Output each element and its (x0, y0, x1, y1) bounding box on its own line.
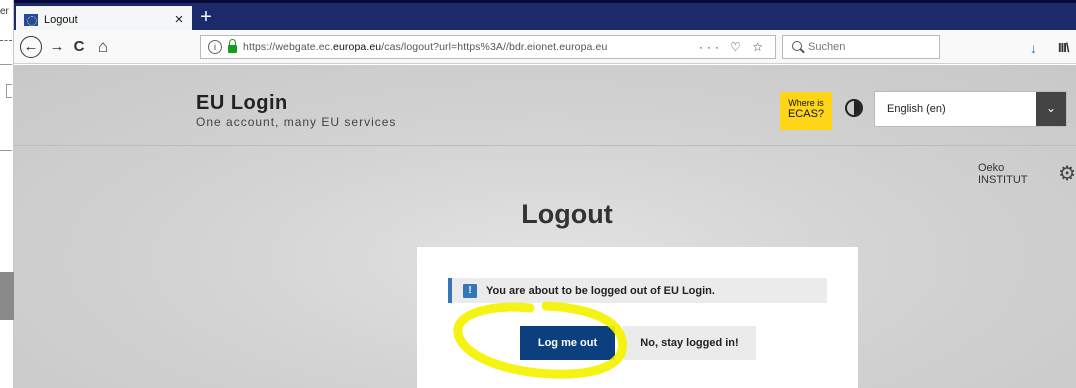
browser-window: Logout × + ← → C ⌂ i https://webgate.ec.… (14, 0, 1076, 388)
info-icon[interactable]: i (208, 40, 222, 54)
download-icon[interactable]: ↓ (1030, 40, 1037, 56)
eu-flag-icon (24, 13, 38, 26)
tab-logout[interactable]: Logout × (16, 6, 192, 33)
stay-logged-in-button[interactable]: No, stay logged in! (623, 326, 756, 360)
background-window-block (0, 272, 14, 320)
info-icon: ! (463, 283, 477, 298)
site-tagline: One account, many EU services (196, 115, 397, 129)
search-placeholder: Suchen (808, 41, 846, 53)
logout-card: ! You are about to be logged out of EU L… (417, 247, 858, 388)
home-button[interactable]: ⌂ (92, 35, 114, 59)
url-text[interactable]: https://webgate.ec.europa.eu/cas/logout?… (243, 41, 699, 53)
page-actions-icons[interactable]: ··· ♡ ☆ (699, 40, 767, 54)
reload-button[interactable]: C (68, 35, 90, 59)
library-icon[interactable]: III\ (1058, 40, 1069, 55)
back-button[interactable]: ← (20, 36, 42, 58)
chevron-down-icon[interactable]: ⌄ (1036, 92, 1066, 126)
background-window-text: er (0, 6, 9, 17)
page-title: Logout (521, 199, 613, 229)
background-window-strip: er (0, 0, 14, 388)
divider (0, 64, 12, 65)
ecas-line2: ECAS? (787, 108, 825, 120)
site-header: EU Login One account, many EU services W… (14, 65, 1076, 147)
logout-notice: ! You are about to be logged out of EU L… (448, 278, 827, 303)
language-selected: English (en) (887, 103, 946, 115)
tab-bar: Logout × + (14, 0, 1076, 33)
search-icon (792, 41, 802, 51)
address-bar[interactable]: i https://webgate.ec.europa.eu/cas/logou… (200, 35, 776, 59)
bracket-mark (6, 84, 12, 98)
close-tab-icon[interactable]: × (170, 11, 188, 28)
site-logo-title[interactable]: EU Login (196, 92, 288, 115)
lock-icon[interactable] (228, 39, 237, 53)
new-tab-button[interactable]: + (194, 6, 218, 30)
contrast-toggle-icon[interactable] (845, 99, 863, 117)
web-page: EU Login One account, many EU services W… (14, 65, 1076, 388)
forward-button[interactable]: → (46, 35, 68, 59)
where-is-ecas-button[interactable]: Where is ECAS? (780, 92, 832, 130)
user-menu[interactable]: Oeko INSTITUT ⚙ (978, 162, 1076, 186)
gear-icon[interactable]: ⚙ (1058, 164, 1076, 184)
header-divider (14, 145, 1076, 146)
ecas-line1: Where is (788, 98, 824, 108)
user-name: Oeko INSTITUT (978, 162, 1028, 186)
navigation-bar: ← → C ⌂ i https://webgate.ec.europa.eu/c… (14, 30, 1076, 64)
tab-title: Logout (44, 13, 78, 26)
divider (0, 40, 12, 41)
logout-notice-text: You are about to be logged out of EU Log… (486, 284, 715, 297)
divider (0, 150, 12, 151)
search-input[interactable]: Suchen (782, 35, 940, 59)
language-select[interactable]: English (en) ⌄ (874, 91, 1067, 127)
log-me-out-button[interactable]: Log me out (520, 326, 615, 360)
